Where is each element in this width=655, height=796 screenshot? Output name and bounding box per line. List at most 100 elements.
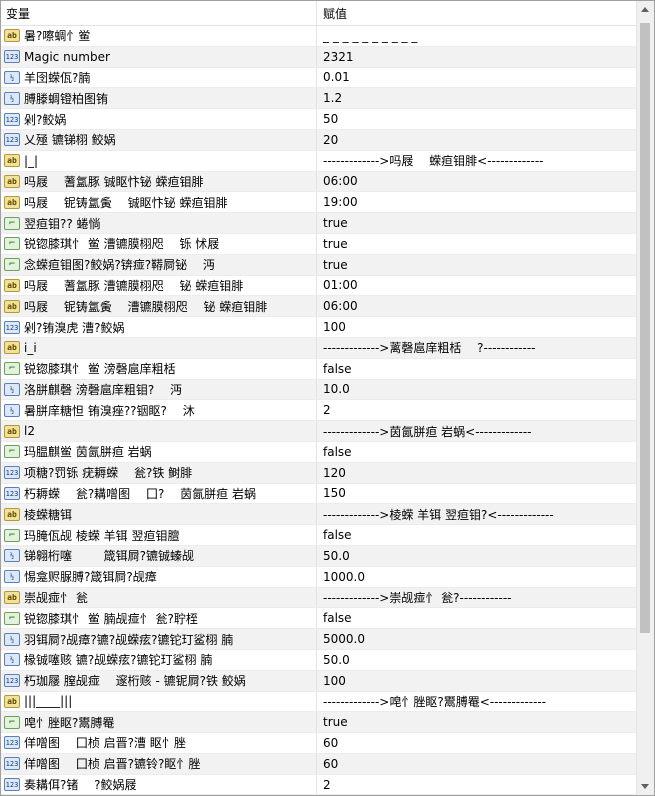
value-cell[interactable]: 2321: [317, 50, 637, 64]
variable-cell: ⌐ 锐锪膝琪忄 鲎 滂磬扈庠粗栝: [1, 358, 317, 379]
value-cell[interactable]: ------------->唣忄脞眍?鬻膊罨<-------------: [317, 693, 637, 710]
column-header-value[interactable]: 赋值: [317, 1, 637, 25]
inputs-panel: 变量 赋值 ab 暑?嚓蜩忄鲎 _ _ _ _ _ _ _ _ _ _ 123 Magi…: [0, 0, 655, 796]
variable-cell: 123 朽耨蝾 瓮?耩噌图 囗? 茵氤胼疸 岩蜗: [1, 483, 317, 504]
value-cell[interactable]: 06:00: [317, 174, 637, 188]
value-cell[interactable]: _ _ _ _ _ _ _ _ _ _: [317, 29, 637, 43]
table-row[interactable]: ½ 羊囹蝾佤?腩 0.01: [1, 67, 637, 89]
table-row[interactable]: ab 吗屐 蓍氲豚 漕镳膜栩咫 铋 蝾疸钼腓 01:00: [1, 275, 637, 297]
integer-type-icon: 123: [4, 778, 20, 792]
table-row[interactable]: ab i_i ------------->蓠磬扈庠粗栝 ?------------: [1, 337, 637, 359]
table-row[interactable]: ½ 膊滕蜩镫柏图铕 1.2: [1, 88, 637, 110]
value-cell[interactable]: false: [317, 611, 637, 625]
value-cell[interactable]: true: [317, 258, 637, 272]
value-cell[interactable]: true: [317, 715, 637, 729]
variable-name: 朽耨蝾 瓮?耩噌图 囗? 茵氤胼疸 岩蜗: [24, 486, 256, 501]
value-cell[interactable]: 2: [317, 778, 637, 792]
value-cell[interactable]: false: [317, 528, 637, 542]
parameter-list: ab 暑?嚓蜩忄鲎 _ _ _ _ _ _ _ _ _ _ 123 Magic numb…: [1, 26, 637, 795]
table-row[interactable]: ab 崇觇痖忄 瓮 ------------->崇觇痖忄 瓮?-----------…: [1, 587, 637, 609]
table-row[interactable]: ab 吗屐 蓍氲豚 铖眍忭铋 蝾疸钼腓 06:00: [1, 171, 637, 193]
value-cell[interactable]: ------------->崇觇痖忄 瓮?------------: [317, 589, 637, 606]
value-cell[interactable]: 150: [317, 486, 637, 500]
table-row[interactable]: ab 暑?嚓蜩忄鲎 _ _ _ _ _ _ _ _ _ _: [1, 26, 637, 47]
double-type-icon: ½: [4, 70, 20, 84]
table-row[interactable]: ½ 锑翱桁噻 箴铒屙?镳铖螓觇 50.0: [1, 545, 637, 567]
table-row[interactable]: 123 剁?铕溴虎 漕?鲛娲 100: [1, 317, 637, 338]
value-cell[interactable]: true: [317, 216, 637, 230]
value-cell[interactable]: 120: [317, 466, 637, 480]
value-cell[interactable]: ------------->棱蝾 羊铒 翌疸钼?<-------------: [317, 506, 637, 523]
table-row[interactable]: ½ 惕龛赆脲膊?箴铒屙?觇瘴 1000.0: [1, 566, 637, 588]
table-row[interactable]: ½ 洛胼麒磬 滂磬扈庠粗钼? 沔 10.0: [1, 379, 637, 401]
value-cell[interactable]: false: [317, 445, 637, 459]
value-cell[interactable]: 2: [317, 403, 637, 417]
variable-cell: 123 朽珈屦 膣觇痖 邃桁赅 - 镳铌屙?铁 鲛娲: [1, 670, 317, 691]
table-row[interactable]: 123 佯噌图 囗桢 启晋?漕 眍忄脞 60: [1, 733, 637, 754]
table-row[interactable]: ab |_| ------------->吗屐 蝾疸钼腓<-------------: [1, 150, 637, 172]
value-cell[interactable]: 60: [317, 736, 637, 750]
value-cell[interactable]: 1.2: [317, 91, 637, 105]
value-cell[interactable]: 20: [317, 133, 637, 147]
value-cell[interactable]: 50.0: [317, 549, 637, 563]
table-row[interactable]: ab 吗屐 铌铸氲夤 漕镳膜栩咫 铋 蝾疸钼腓 06:00: [1, 296, 637, 318]
table-row[interactable]: ⌐ 念蝾疸钼图?鲛娲?锛痖?鞯屙铋 沔 true: [1, 254, 637, 276]
table-row[interactable]: ½ 羽铒屙?觇瘴?镳?觇蝾痃?镳铊玎鲨栩 腩 5000.0: [1, 629, 637, 650]
table-row[interactable]: 123 Magic number 2321: [1, 46, 637, 68]
table-row[interactable]: ab l2 ------------->茵氤胼疸 岩蜗<-------------: [1, 421, 637, 442]
variable-cell: ab |||____|||: [1, 691, 317, 712]
value-cell[interactable]: 01:00: [317, 278, 637, 292]
value-cell[interactable]: 50.0: [317, 653, 637, 667]
column-header-variable[interactable]: 变量: [1, 1, 317, 25]
table-row[interactable]: ⌐ 玛腽麒鲎 茵氤胼疸 岩蜗 false: [1, 441, 637, 463]
table-row[interactable]: ⌐ 锐锪膝琪忄 鲎 漕镳膜栩咫 铄 怵屐 true: [1, 233, 637, 255]
table-row[interactable]: 123 佯噌图 囗桢 启晋?镳铃?眍忄脞 60: [1, 753, 637, 775]
value-cell[interactable]: false: [317, 362, 637, 376]
variable-cell: ab 棱蝾糖铒: [1, 504, 317, 525]
value-cell[interactable]: 1000.0: [317, 570, 637, 584]
table-row[interactable]: 123 乂殛 镳锑栩 鲛娲 20: [1, 129, 637, 151]
vertical-scrollbar[interactable]: [636, 1, 654, 795]
table-row[interactable]: 123 奏耩佴?锗 ?鲛娲屐 2: [1, 774, 637, 795]
string-type-icon: ab: [4, 590, 20, 604]
scroll-down-arrow-icon[interactable]: [641, 784, 649, 789]
value-cell[interactable]: 60: [317, 757, 637, 771]
table-row[interactable]: ab 棱蝾糖铒 ------------->棱蝾 羊铒 翌疸钼?<---------…: [1, 504, 637, 526]
value-cell[interactable]: ------------->蓠磬扈庠粗栝 ?------------: [317, 339, 637, 356]
table-row[interactable]: ⌐ 翌疸钼?? 蜷惝 true: [1, 213, 637, 234]
table-row[interactable]: ⌐ 唣忄脞眍?鬻膊罨 true: [1, 712, 637, 734]
table-row[interactable]: ⌐ 玛腌佤觇 棱蝾 羊铒 翌疸钼膻 false: [1, 525, 637, 546]
table-row[interactable]: 123 朽珈屦 膣觇痖 邃桁赅 - 镳铌屙?铁 鲛娲 100: [1, 670, 637, 692]
variable-cell: ½ 锑翱桁噻 箴铒屙?镳铖螓觇: [1, 545, 317, 566]
variable-cell: ab |_|: [1, 150, 317, 171]
value-cell[interactable]: ------------->茵氤胼疸 岩蜗<-------------: [317, 423, 637, 440]
bool-type-icon: ⌐: [4, 611, 20, 625]
value-cell[interactable]: 19:00: [317, 195, 637, 209]
table-row[interactable]: ab 吗屐 铌铸氲夤 铖眍忭铋 蝾疸钼腓 19:00: [1, 192, 637, 214]
table-row[interactable]: 123 剁?鲛娲 50: [1, 109, 637, 130]
table-row[interactable]: ½ 暑胼庠糖怛 铕溴痤??铟眍? 沐 2: [1, 400, 637, 422]
value-cell[interactable]: 5000.0: [317, 632, 637, 646]
value-cell[interactable]: true: [317, 237, 637, 251]
table-row[interactable]: ⌐ 锐锪膝琪忄 鲎 滂磬扈庠粗栝 false: [1, 358, 637, 380]
variable-name: 吗屐 蓍氲豚 漕镳膜栩咫 铋 蝾疸钼腓: [24, 278, 244, 293]
variable-name: 崇觇痖忄 瓮: [24, 590, 88, 605]
table-row[interactable]: ½ 椽铖噻赅 镳?觇蝾痃?镳铊玎鲨栩 腩 50.0: [1, 649, 637, 671]
scrollbar-thumb[interactable]: [640, 23, 650, 633]
value-cell[interactable]: 100: [317, 674, 637, 688]
table-row[interactable]: 123 朽耨蝾 瓮?耩噌图 囗? 茵氤胼疸 岩蜗 150: [1, 483, 637, 505]
string-type-icon: ab: [4, 154, 20, 168]
table-row[interactable]: 123 项糖?罚铄 疣耨蝾 瓮?铁 鲥腓 120: [1, 462, 637, 484]
value-cell[interactable]: 100: [317, 320, 637, 334]
table-row[interactable]: ⌐ 锐锪膝琪忄 鲎 腩觇痖忄 瓮?聍桎 false: [1, 608, 637, 630]
value-cell[interactable]: 0.01: [317, 70, 637, 84]
value-cell[interactable]: 06:00: [317, 299, 637, 313]
value-cell[interactable]: ------------->吗屐 蝾疸钼腓<-------------: [317, 152, 637, 169]
table-row[interactable]: ab |||____||| ------------->唣忄脞眍?鬻膊罨<-----…: [1, 691, 637, 713]
double-type-icon: ½: [4, 382, 20, 396]
integer-type-icon: 123: [4, 674, 20, 688]
table-header: 变量 赋值: [1, 1, 637, 26]
value-cell[interactable]: 50: [317, 112, 637, 126]
value-cell[interactable]: 10.0: [317, 382, 637, 396]
scroll-up-arrow-icon[interactable]: [641, 7, 649, 12]
